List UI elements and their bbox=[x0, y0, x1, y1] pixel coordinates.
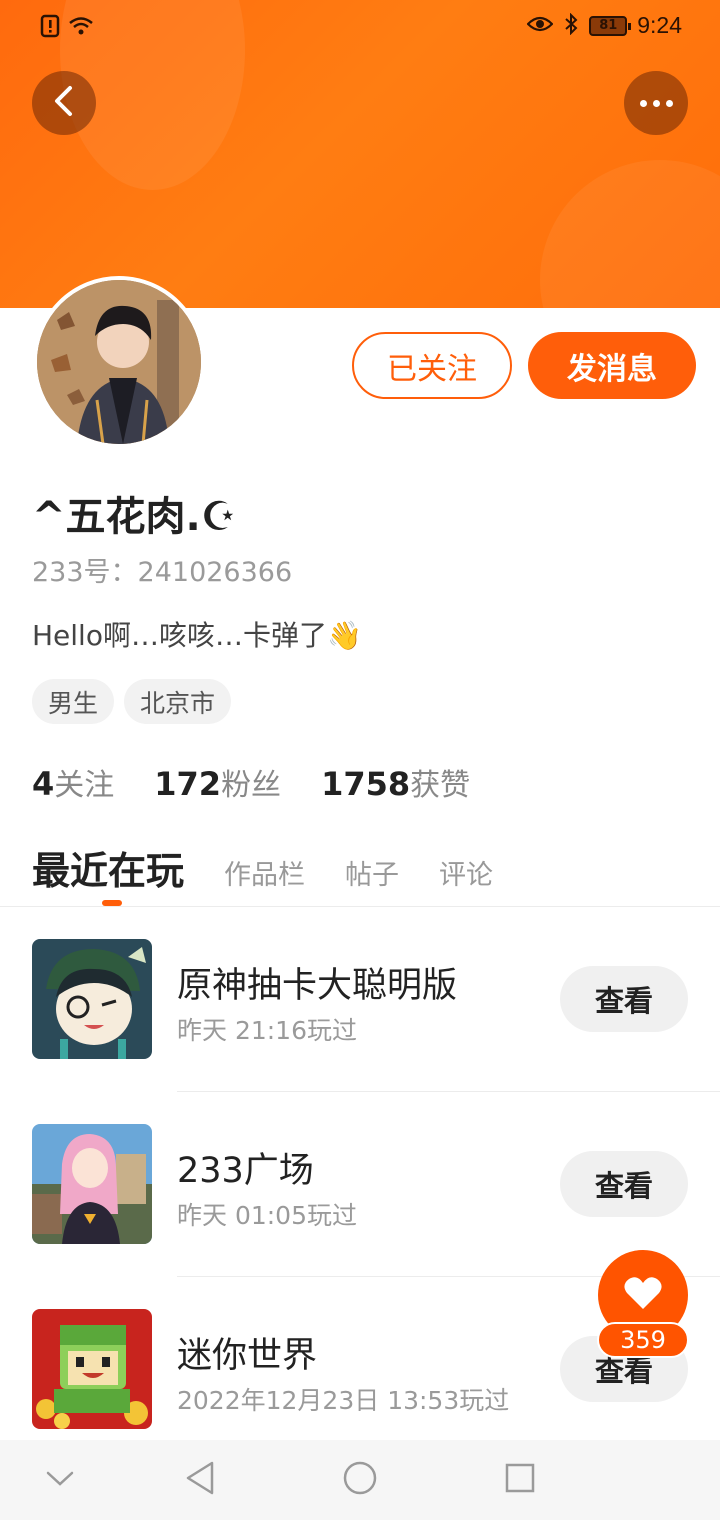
more-options-button[interactable] bbox=[624, 71, 688, 135]
followed-button[interactable]: 已关注 bbox=[352, 332, 512, 399]
nav-home-icon bbox=[342, 1460, 378, 1500]
gender-tag: 男生 bbox=[32, 679, 115, 724]
stat-fans-count: 172 bbox=[154, 765, 222, 803]
like-count-badge: 359 bbox=[597, 1322, 689, 1358]
battery-icon: 81 bbox=[589, 15, 632, 36]
more-dots-icon bbox=[637, 99, 676, 107]
stat-following-label: 关注 bbox=[54, 768, 115, 803]
bio: Hello啊…咳咳…卡弹了👋 bbox=[32, 619, 362, 652]
divider bbox=[177, 1091, 720, 1092]
tab-posts[interactable]: 帖子 bbox=[345, 853, 399, 892]
location-tag: 北京市 bbox=[124, 679, 232, 724]
nav-home-button[interactable] bbox=[338, 1460, 382, 1500]
stat-following[interactable]: 4关注 bbox=[32, 760, 114, 804]
send-message-button[interactable]: 发消息 bbox=[528, 332, 696, 399]
username: ^五花肉.☪ bbox=[32, 494, 237, 540]
tab-works[interactable]: 作品栏 bbox=[224, 853, 305, 892]
divider bbox=[0, 906, 720, 907]
status-bar: 81 9:24 bbox=[0, 0, 720, 56]
avatar[interactable] bbox=[33, 276, 205, 448]
nav-recents-icon bbox=[504, 1462, 536, 1498]
stat-fans-label: 粉丝 bbox=[221, 768, 282, 803]
system-nav-bar bbox=[0, 1440, 720, 1520]
nav-down-icon bbox=[45, 1468, 75, 1492]
stat-likes-count: 1758 bbox=[321, 765, 411, 803]
stat-following-count: 4 bbox=[32, 765, 55, 803]
clock: 9:24 bbox=[637, 12, 682, 38]
profile-stats: 4关注 172粉丝 1758获赞 bbox=[32, 760, 470, 804]
back-button[interactable] bbox=[32, 71, 96, 135]
game-icon[interactable] bbox=[32, 1309, 152, 1429]
game-played-time: 昨天 21:16玩过 bbox=[177, 1016, 357, 1045]
view-game-button[interactable]: 查看 bbox=[560, 1151, 688, 1217]
list-item[interactable]: 原神抽卡大聪明版 昨天 21:16玩过 查看 bbox=[0, 939, 720, 1089]
nav-recents-button[interactable] bbox=[498, 1460, 542, 1500]
nav-back-icon bbox=[184, 1460, 216, 1500]
heart-icon bbox=[623, 1275, 663, 1315]
banner-decoration bbox=[540, 160, 720, 308]
wifi-icon bbox=[68, 15, 94, 41]
stat-likes[interactable]: 1758获赞 bbox=[321, 760, 470, 804]
nav-back-button[interactable] bbox=[178, 1460, 222, 1500]
chevron-left-icon bbox=[52, 85, 76, 121]
view-game-button[interactable]: 查看 bbox=[560, 966, 688, 1032]
bluetooth-icon bbox=[563, 12, 579, 39]
game-icon[interactable] bbox=[32, 1124, 152, 1244]
game-played-time: 2022年12月23日 13:53玩过 bbox=[177, 1386, 510, 1415]
list-item[interactable]: 233广场 昨天 01:05玩过 查看 bbox=[0, 1124, 720, 1274]
game-played-time: 昨天 01:05玩过 bbox=[177, 1201, 357, 1230]
tab-comments[interactable]: 评论 bbox=[439, 853, 493, 892]
stat-fans[interactable]: 172粉丝 bbox=[154, 760, 281, 804]
eye-icon bbox=[526, 14, 554, 38]
tab-recently-played[interactable]: 最近在玩 bbox=[32, 840, 184, 895]
game-icon[interactable] bbox=[32, 939, 152, 1059]
alert-icon bbox=[40, 14, 60, 42]
profile-tags: 男生 北京市 bbox=[32, 679, 232, 724]
game-title: 迷你世界 bbox=[177, 1336, 318, 1376]
game-title: 原神抽卡大聪明版 bbox=[177, 966, 458, 1006]
stat-likes-label: 获赞 bbox=[410, 768, 471, 803]
game-title: 233广场 bbox=[177, 1151, 314, 1191]
nav-down-button[interactable] bbox=[38, 1460, 82, 1500]
profile-tabs: 最近在玩 作品栏 帖子 评论 bbox=[32, 840, 533, 895]
user-id: 233号：241026366 bbox=[32, 557, 293, 588]
